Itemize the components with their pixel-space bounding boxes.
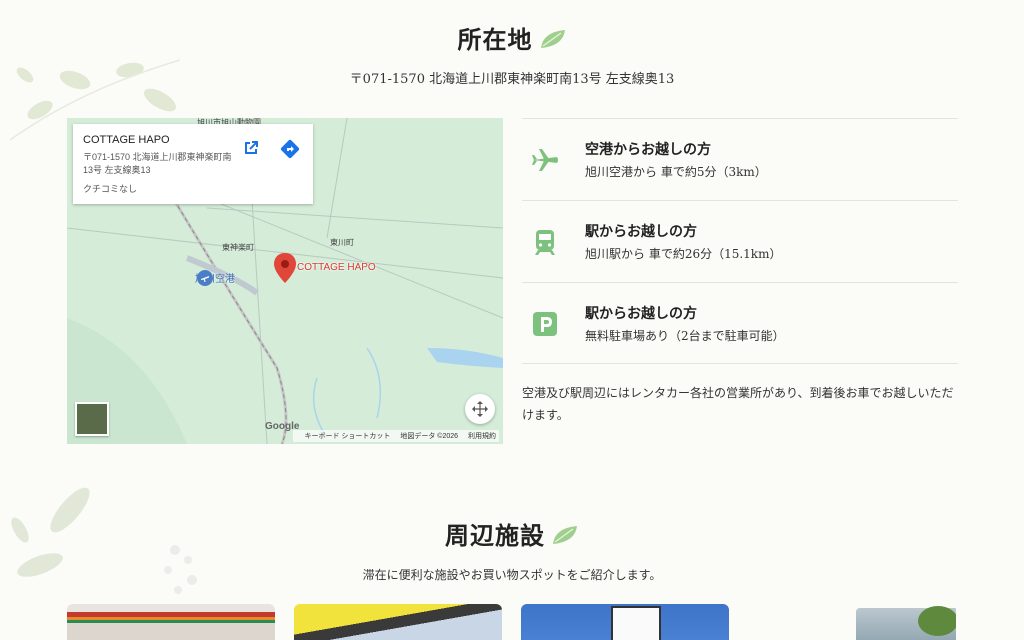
map-info-card: COTTAGE HAPO 〒071-1570 北海道上川郡東神楽町南13号 左支…	[73, 124, 313, 204]
access-title-parking: 駅からお越しの方	[585, 306, 697, 322]
access-desc-airport: 旭川空港から 車で約5分（3km）	[585, 165, 767, 179]
access-title-airport: 空港からお越しの方	[585, 142, 711, 158]
terms-link[interactable]: 利用規約	[468, 433, 496, 440]
airport-pin-icon	[197, 270, 213, 286]
airport-label[interactable]: 旭川空港	[195, 270, 235, 286]
location-title-text: 所在地	[457, 25, 533, 54]
access-row-parking: 駅からお越しの方 無料駐車場あり（2台まで駐車可能）	[522, 282, 958, 364]
open-in-maps-icon[interactable]	[241, 138, 261, 158]
airplane-icon	[532, 149, 558, 171]
map-footer: キーボード ショートカット 地図データ ©2026 利用規約	[293, 430, 499, 442]
train-icon	[535, 230, 555, 255]
location-pin-icon[interactable]	[274, 253, 296, 283]
location-section-title: 所在地	[0, 20, 1024, 56]
leaf-icon	[551, 523, 579, 552]
facility-photo-1[interactable]	[67, 604, 275, 640]
leaf-icon	[539, 27, 567, 56]
facilities-subtitle: 滞在に便利な施設やお買い物スポットをご紹介します。	[362, 568, 662, 582]
map-data-credit: 地図データ ©2026	[400, 433, 459, 440]
access-note: 空港及び駅周辺にはレンタカー各社の営業所があり、到着後お車でお越しいただけます。	[522, 386, 954, 422]
parking-icon	[533, 312, 557, 336]
satellite-toggle[interactable]	[75, 402, 109, 436]
access-desc-parking: 無料駐車場あり（2台まで駐車可能）	[585, 329, 785, 343]
facility-sign	[611, 606, 661, 640]
access-title-station: 駅からお越しの方	[585, 224, 697, 240]
map-label-higashikagura: 東神楽町	[222, 243, 254, 252]
access-row-station: 駅からお越しの方 旭川駅から 車で約26分（15.1km）	[522, 200, 958, 282]
directions-icon[interactable]	[279, 138, 301, 160]
map-label-higashikawa: 東川町	[330, 238, 354, 247]
facilities-title-text: 周辺施設	[445, 521, 545, 550]
fullscreen-button[interactable]	[465, 394, 495, 424]
map-card-address: 〒071-1570 北海道上川郡東神楽町南13号 左支線奥13	[83, 152, 232, 175]
access-list: 空港からお越しの方 旭川空港から 車で約5分（3km） 駅からお越しの方 旭川駅…	[522, 118, 958, 364]
map-card-reviews[interactable]: クチコミなし	[83, 182, 303, 195]
facilities-section-title: 周辺施設	[0, 516, 1024, 552]
facility-photo-2[interactable]	[294, 604, 502, 640]
pin-label: COTTAGE HAPO	[297, 262, 376, 273]
google-map[interactable]: 旭川市旭山動物園 東神楽町 東川町 旭川空港 COTTAGE HAPO COTT…	[67, 118, 503, 444]
facility-photo-4[interactable]	[748, 604, 956, 640]
facility-tree	[918, 606, 956, 636]
keyboard-shortcuts-link[interactable]: キーボード ショートカット	[304, 433, 390, 440]
location-address: 〒071-1570 北海道上川郡東神楽町南13号 左支線奥13	[349, 72, 675, 87]
access-row-airport: 空港からお越しの方 旭川空港から 車で約5分（3km）	[522, 118, 958, 200]
access-desc-station: 旭川駅から 車で約26分（15.1km）	[585, 247, 782, 261]
expand-icon	[472, 401, 488, 417]
facility-photo-3[interactable]	[521, 604, 729, 640]
map-card-name: COTTAGE HAPO	[83, 134, 170, 146]
